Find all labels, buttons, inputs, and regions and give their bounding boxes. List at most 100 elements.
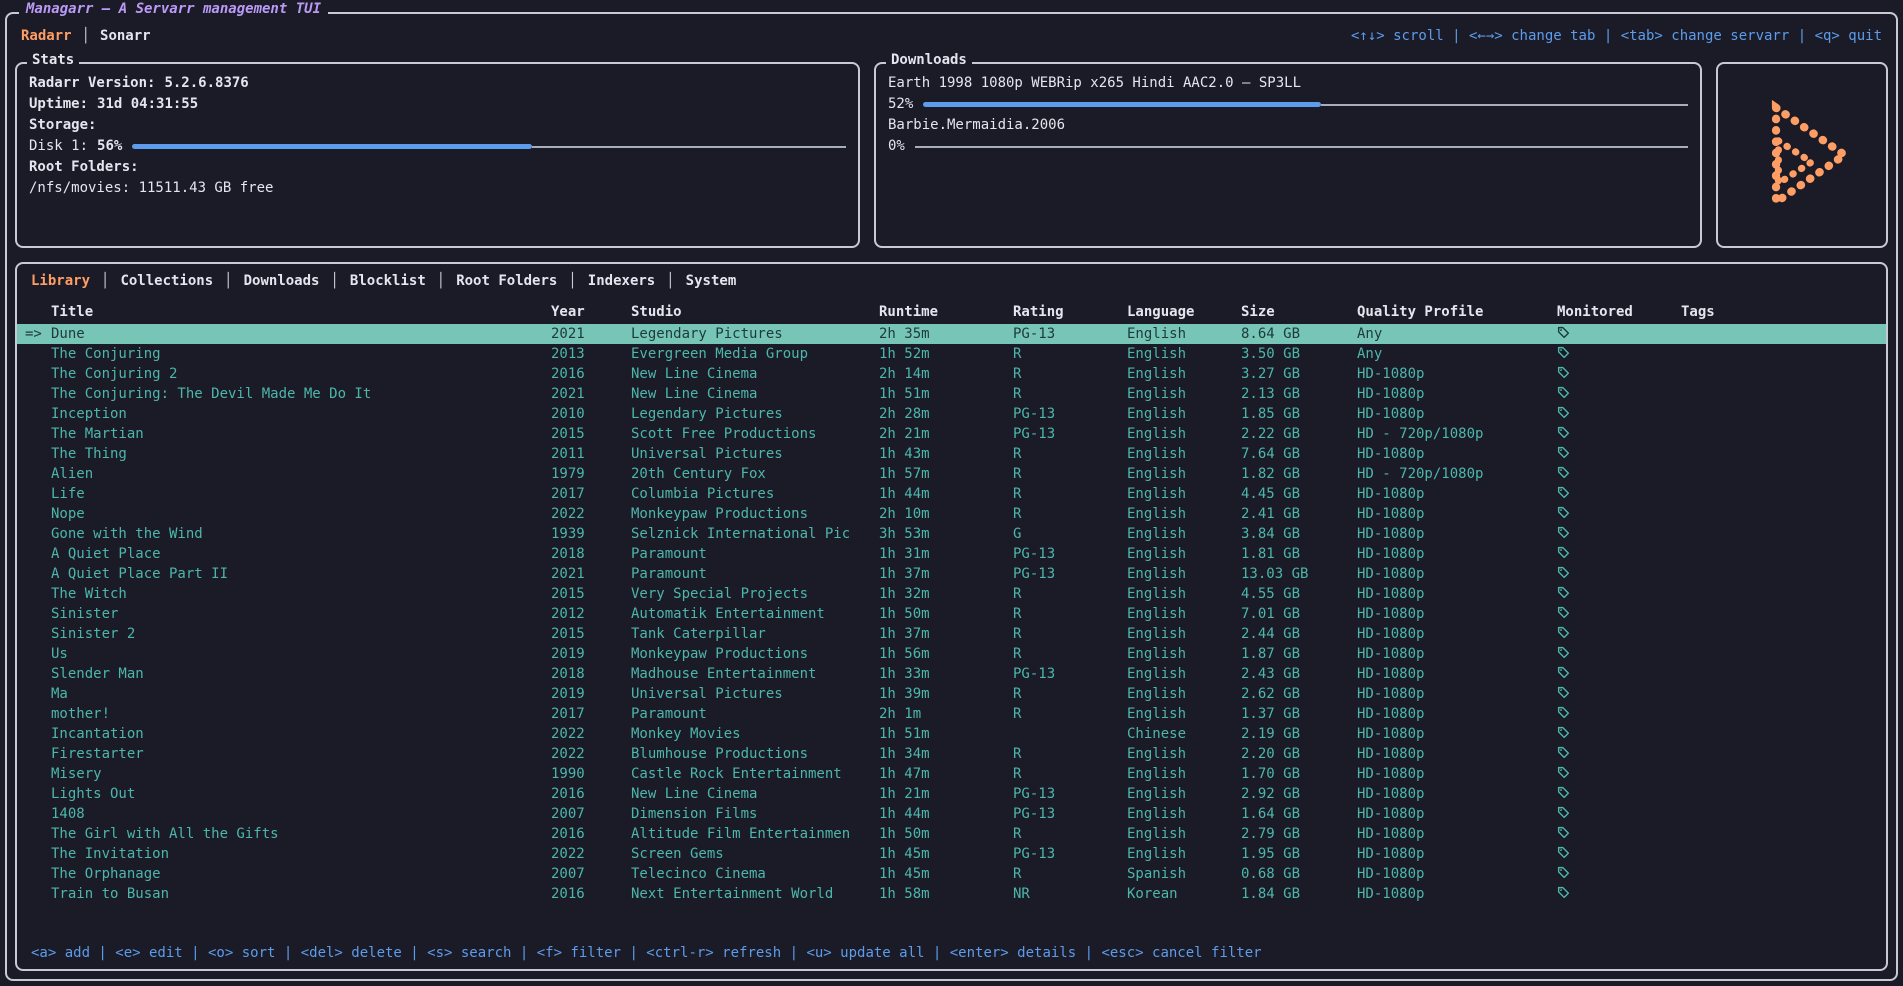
movie-row-inception[interactable]: Inception2010Legendary Pictures2h 28mPG-… (17, 404, 1886, 424)
movie-runtime-cell: 1h 33m (879, 664, 1013, 684)
movie-row-the-invitation[interactable]: The Invitation2022Screen Gems1h 45mPG-13… (17, 844, 1886, 864)
movie-quality-profile-cell: HD-1080p (1357, 444, 1557, 464)
movie-tags-cell (1681, 844, 1886, 864)
movie-rating-cell: PG-13 (1013, 324, 1127, 344)
movie-title-cell: Dune (51, 324, 551, 344)
movie-row-lights-out[interactable]: Lights Out2016New Line Cinema1h 21mPG-13… (17, 784, 1886, 804)
movies-keybind-hints: <a> add | <e> edit | <o> sort | <del> de… (17, 939, 1886, 969)
movie-quality-profile-cell: HD-1080p (1357, 704, 1557, 724)
movie-rating-cell: R (1013, 504, 1127, 524)
movie-year-cell: 2016 (551, 784, 631, 804)
movie-quality-profile-cell: HD-1080p (1357, 484, 1557, 504)
monitored-tag-icon (1557, 746, 1570, 762)
disk-usage-progressbar (132, 143, 846, 151)
download-progressbar (923, 101, 1688, 109)
movie-size-cell: 7.01 GB (1241, 604, 1357, 624)
movies-tab-indexers[interactable]: Indexers (588, 273, 655, 289)
movies-table-header: TitleYearStudioRuntimeRatingLanguageSize… (17, 302, 1886, 322)
movie-row-the-thing[interactable]: The Thing2011Universal Pictures1h 43mREn… (17, 444, 1886, 464)
movie-row-the-martian[interactable]: The Martian2015Scott Free Productions2h … (17, 424, 1886, 444)
selected-row-marker (17, 444, 51, 464)
servarr-tab-radarr[interactable]: Radarr (21, 28, 72, 44)
movie-quality-profile-cell: HD-1080p (1357, 744, 1557, 764)
movie-size-cell: 1.70 GB (1241, 764, 1357, 784)
movie-tags-cell (1681, 504, 1886, 524)
movies-tab-downloads[interactable]: Downloads (244, 273, 320, 289)
selected-row-marker (17, 664, 51, 684)
selected-row-marker (17, 364, 51, 384)
movie-year-cell: 2016 (551, 364, 631, 384)
selected-row-marker (17, 684, 51, 704)
movie-monitored-cell (1557, 864, 1681, 884)
movie-title-cell: The Orphanage (51, 864, 551, 884)
movie-runtime-cell: 1h 50m (879, 604, 1013, 624)
movie-row-the-conjuring[interactable]: The Conjuring2013Evergreen Media Group1h… (17, 344, 1886, 364)
movie-year-cell: 2021 (551, 564, 631, 584)
movie-row-mother[interactable]: mother!2017Paramount2h 1mREnglish1.37 GB… (17, 704, 1886, 724)
selected-row-marker (17, 524, 51, 544)
movie-row-us[interactable]: Us2019Monkeypaw Productions1h 56mREnglis… (17, 644, 1886, 664)
disk-usage-line: Disk 1: 56% (29, 136, 846, 157)
logo-panel (1716, 62, 1888, 248)
movie-row-the-witch[interactable]: The Witch2015Very Special Projects1h 32m… (17, 584, 1886, 604)
movie-rating-cell: R (1013, 444, 1127, 464)
movie-row-the-girl-with-all-the-gifts[interactable]: The Girl with All the Gifts2016Altitude … (17, 824, 1886, 844)
movie-language-cell: English (1127, 324, 1241, 344)
movies-tab-system[interactable]: System (686, 273, 737, 289)
movie-runtime-cell: 1h 57m (879, 464, 1013, 484)
movie-row-misery[interactable]: Misery1990Castle Rock Entertainment1h 47… (17, 764, 1886, 784)
movie-row-alien[interactable]: Alien197920th Century Fox1h 57mREnglish1… (17, 464, 1886, 484)
movie-row-slender-man[interactable]: Slender Man2018Madhouse Entertainment1h … (17, 664, 1886, 684)
movie-rating-cell: PG-13 (1013, 564, 1127, 584)
movie-studio-cell: New Line Cinema (631, 384, 879, 404)
movie-runtime-cell: 1h 37m (879, 624, 1013, 644)
movie-row-a-quiet-place-part-ii[interactable]: A Quiet Place Part II2021Paramount1h 37m… (17, 564, 1886, 584)
radarr-version-label: Radarr Version: (29, 73, 155, 94)
selected-row-marker (17, 404, 51, 424)
movie-tags-cell (1681, 464, 1886, 484)
movie-row-train-to-busan[interactable]: Train to Busan2016Next Entertainment Wor… (17, 884, 1886, 904)
movie-row-1408[interactable]: 14082007Dimension Films1h 44mPG-13Englis… (17, 804, 1886, 824)
movie-year-cell: 2013 (551, 344, 631, 364)
servarr-tab-bar: Radarr │ Sonarr (21, 28, 151, 44)
movie-quality-profile-cell: HD-1080p (1357, 584, 1557, 604)
disk-usage-progress-rest (532, 146, 846, 148)
movie-year-cell: 1979 (551, 464, 631, 484)
column-header-monitored: Monitored (1557, 304, 1681, 320)
movie-language-cell: English (1127, 784, 1241, 804)
monitored-tag-icon (1557, 846, 1570, 862)
movie-row-life[interactable]: Life2017Columbia Pictures1h 44mREnglish4… (17, 484, 1886, 504)
movie-row-the-conjuring-2[interactable]: The Conjuring 22016New Line Cinema2h 14m… (17, 364, 1886, 384)
movie-row-the-orphanage[interactable]: The Orphanage2007Telecinco Cinema1h 45mR… (17, 864, 1886, 884)
movie-runtime-cell: 2h 28m (879, 404, 1013, 424)
movie-row-nope[interactable]: Nope2022Monkeypaw Productions2h 10mREngl… (17, 504, 1886, 524)
movie-tags-cell (1681, 404, 1886, 424)
movie-studio-cell: New Line Cinema (631, 364, 879, 384)
selected-row-marker (17, 844, 51, 864)
movie-studio-cell: Evergreen Media Group (631, 344, 879, 364)
storage-header-line: Storage: (29, 115, 846, 136)
selected-row-marker (17, 484, 51, 504)
movie-row-sinister[interactable]: Sinister2012Automatik Entertainment1h 50… (17, 604, 1886, 624)
movie-monitored-cell (1557, 364, 1681, 384)
movie-row-incantation[interactable]: Incantation2022Monkey Movies1h 51mChines… (17, 724, 1886, 744)
movie-row-ma[interactable]: Ma2019Universal Pictures1h 39mREnglish2.… (17, 684, 1886, 704)
movie-quality-profile-cell: HD-1080p (1357, 804, 1557, 824)
movies-tab-blocklist[interactable]: Blocklist (350, 273, 426, 289)
movie-row-the-conjuring-the-devil-made-me-do-it[interactable]: The Conjuring: The Devil Made Me Do It20… (17, 384, 1886, 404)
movie-row-dune[interactable]: =>Dune2021Legendary Pictures2h 35mPG-13E… (17, 324, 1886, 344)
servarr-tab-sonarr[interactable]: Sonarr (100, 28, 151, 44)
movie-row-gone-with-the-wind[interactable]: Gone with the Wind1939Selznick Internati… (17, 524, 1886, 544)
movie-title-cell: Us (51, 644, 551, 664)
movie-row-firestarter[interactable]: Firestarter2022Blumhouse Productions1h 3… (17, 744, 1886, 764)
movies-tab-root-folders[interactable]: Root Folders (456, 273, 557, 289)
selected-row-marker: => (17, 324, 51, 344)
movie-runtime-cell: 1h 34m (879, 744, 1013, 764)
download-progress-fill (923, 102, 1321, 107)
movie-rating-cell: PG-13 (1013, 844, 1127, 864)
movie-row-a-quiet-place[interactable]: A Quiet Place2018Paramount1h 31mPG-13Eng… (17, 544, 1886, 564)
movies-tab-library[interactable]: Library (31, 273, 90, 289)
movies-tab-collections[interactable]: Collections (120, 273, 213, 289)
movie-row-sinister-2[interactable]: Sinister 22015Tank Caterpillar1h 37mREng… (17, 624, 1886, 644)
movie-studio-cell: Paramount (631, 564, 879, 584)
